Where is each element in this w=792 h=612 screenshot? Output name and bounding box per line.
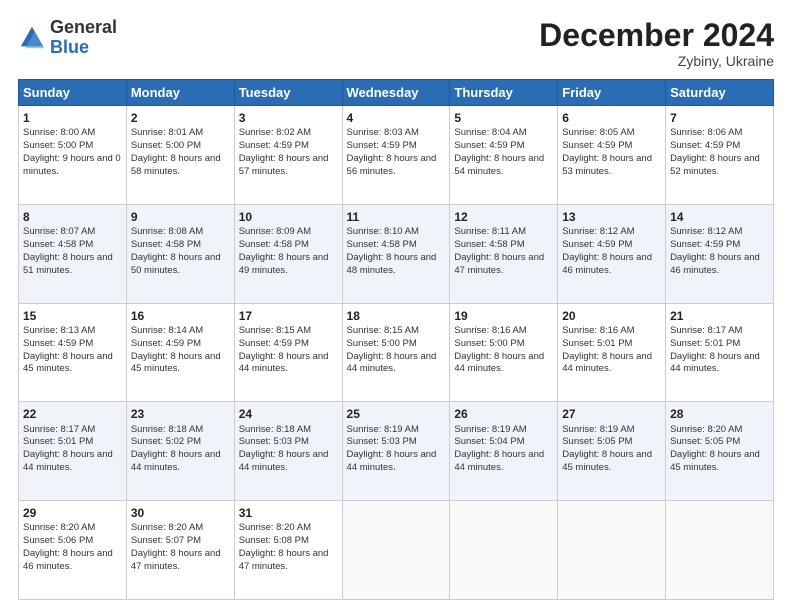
logo-general-text: General (50, 17, 117, 37)
day-number: 9 (131, 209, 230, 225)
day-number: 23 (131, 406, 230, 422)
logo-blue-text: Blue (50, 37, 89, 57)
day-number: 7 (670, 110, 769, 126)
logo-icon (18, 24, 46, 52)
day-number: 28 (670, 406, 769, 422)
cell-day-17: 17Sunrise: 8:15 AMSunset: 4:59 PMDayligh… (234, 303, 342, 402)
day-number: 21 (670, 308, 769, 324)
day-number: 8 (23, 209, 122, 225)
day-number: 13 (562, 209, 661, 225)
cell-day-11: 11Sunrise: 8:10 AMSunset: 4:58 PMDayligh… (342, 204, 450, 303)
cell-day-27: 27Sunrise: 8:19 AMSunset: 5:05 PMDayligh… (558, 402, 666, 501)
cell-day-13: 13Sunrise: 8:12 AMSunset: 4:59 PMDayligh… (558, 204, 666, 303)
table-row: 22Sunrise: 8:17 AMSunset: 5:01 PMDayligh… (19, 402, 774, 501)
col-thursday: Thursday (450, 80, 558, 106)
table-row: 1Sunrise: 8:00 AMSunset: 5:00 PMDaylight… (19, 106, 774, 205)
page: General Blue December 2024 Zybiny, Ukrai… (0, 0, 792, 612)
title-area: December 2024 Zybiny, Ukraine (539, 18, 774, 69)
cell-day-9: 9Sunrise: 8:08 AMSunset: 4:58 PMDaylight… (126, 204, 234, 303)
day-number: 27 (562, 406, 661, 422)
day-number: 15 (23, 308, 122, 324)
cell-day-18: 18Sunrise: 8:15 AMSunset: 5:00 PMDayligh… (342, 303, 450, 402)
cell-day-14: 14Sunrise: 8:12 AMSunset: 4:59 PMDayligh… (666, 204, 774, 303)
month-title: December 2024 (539, 18, 774, 53)
cell-day-5: 5Sunrise: 8:04 AMSunset: 4:59 PMDaylight… (450, 106, 558, 205)
day-number: 31 (239, 505, 338, 521)
day-number: 29 (23, 505, 122, 521)
cell-day-8: 8Sunrise: 8:07 AMSunset: 4:58 PMDaylight… (19, 204, 127, 303)
cell-day-21: 21Sunrise: 8:17 AMSunset: 5:01 PMDayligh… (666, 303, 774, 402)
day-number: 18 (347, 308, 446, 324)
cell-day-1: 1Sunrise: 8:00 AMSunset: 5:00 PMDaylight… (19, 106, 127, 205)
empty-cell (666, 501, 774, 600)
day-number: 19 (454, 308, 553, 324)
day-number: 10 (239, 209, 338, 225)
table-row: 29Sunrise: 8:20 AMSunset: 5:06 PMDayligh… (19, 501, 774, 600)
day-number: 20 (562, 308, 661, 324)
cell-day-31: 31Sunrise: 8:20 AMSunset: 5:08 PMDayligh… (234, 501, 342, 600)
calendar-table: Sunday Monday Tuesday Wednesday Thursday… (18, 79, 774, 600)
cell-day-30: 30Sunrise: 8:20 AMSunset: 5:07 PMDayligh… (126, 501, 234, 600)
subtitle: Zybiny, Ukraine (539, 53, 774, 69)
day-number: 16 (131, 308, 230, 324)
day-number: 12 (454, 209, 553, 225)
day-number: 26 (454, 406, 553, 422)
col-tuesday: Tuesday (234, 80, 342, 106)
day-number: 6 (562, 110, 661, 126)
col-saturday: Saturday (666, 80, 774, 106)
cell-day-28: 28Sunrise: 8:20 AMSunset: 5:05 PMDayligh… (666, 402, 774, 501)
table-row: 8Sunrise: 8:07 AMSunset: 4:58 PMDaylight… (19, 204, 774, 303)
cell-day-26: 26Sunrise: 8:19 AMSunset: 5:04 PMDayligh… (450, 402, 558, 501)
cell-day-12: 12Sunrise: 8:11 AMSunset: 4:58 PMDayligh… (450, 204, 558, 303)
day-number: 5 (454, 110, 553, 126)
day-number: 17 (239, 308, 338, 324)
empty-cell (450, 501, 558, 600)
cell-day-15: 15Sunrise: 8:13 AMSunset: 4:59 PMDayligh… (19, 303, 127, 402)
header: General Blue December 2024 Zybiny, Ukrai… (18, 18, 774, 69)
cell-day-19: 19Sunrise: 8:16 AMSunset: 5:00 PMDayligh… (450, 303, 558, 402)
day-number: 24 (239, 406, 338, 422)
day-number: 30 (131, 505, 230, 521)
cell-day-23: 23Sunrise: 8:18 AMSunset: 5:02 PMDayligh… (126, 402, 234, 501)
cell-day-2: 2Sunrise: 8:01 AMSunset: 5:00 PMDaylight… (126, 106, 234, 205)
cell-day-6: 6Sunrise: 8:05 AMSunset: 4:59 PMDaylight… (558, 106, 666, 205)
day-number: 22 (23, 406, 122, 422)
cell-day-4: 4Sunrise: 8:03 AMSunset: 4:59 PMDaylight… (342, 106, 450, 205)
day-number: 4 (347, 110, 446, 126)
cell-day-29: 29Sunrise: 8:20 AMSunset: 5:06 PMDayligh… (19, 501, 127, 600)
day-number: 3 (239, 110, 338, 126)
day-number: 25 (347, 406, 446, 422)
cell-day-24: 24Sunrise: 8:18 AMSunset: 5:03 PMDayligh… (234, 402, 342, 501)
cell-day-25: 25Sunrise: 8:19 AMSunset: 5:03 PMDayligh… (342, 402, 450, 501)
cell-day-22: 22Sunrise: 8:17 AMSunset: 5:01 PMDayligh… (19, 402, 127, 501)
cell-day-7: 7Sunrise: 8:06 AMSunset: 4:59 PMDaylight… (666, 106, 774, 205)
cell-day-10: 10Sunrise: 8:09 AMSunset: 4:58 PMDayligh… (234, 204, 342, 303)
cell-day-20: 20Sunrise: 8:16 AMSunset: 5:01 PMDayligh… (558, 303, 666, 402)
logo: General Blue (18, 18, 117, 58)
header-row: Sunday Monday Tuesday Wednesday Thursday… (19, 80, 774, 106)
day-number: 2 (131, 110, 230, 126)
col-friday: Friday (558, 80, 666, 106)
col-sunday: Sunday (19, 80, 127, 106)
day-number: 14 (670, 209, 769, 225)
empty-cell (558, 501, 666, 600)
col-monday: Monday (126, 80, 234, 106)
table-row: 15Sunrise: 8:13 AMSunset: 4:59 PMDayligh… (19, 303, 774, 402)
cell-day-3: 3Sunrise: 8:02 AMSunset: 4:59 PMDaylight… (234, 106, 342, 205)
day-number: 11 (347, 209, 446, 225)
cell-day-16: 16Sunrise: 8:14 AMSunset: 4:59 PMDayligh… (126, 303, 234, 402)
col-wednesday: Wednesday (342, 80, 450, 106)
day-number: 1 (23, 110, 122, 126)
empty-cell (342, 501, 450, 600)
